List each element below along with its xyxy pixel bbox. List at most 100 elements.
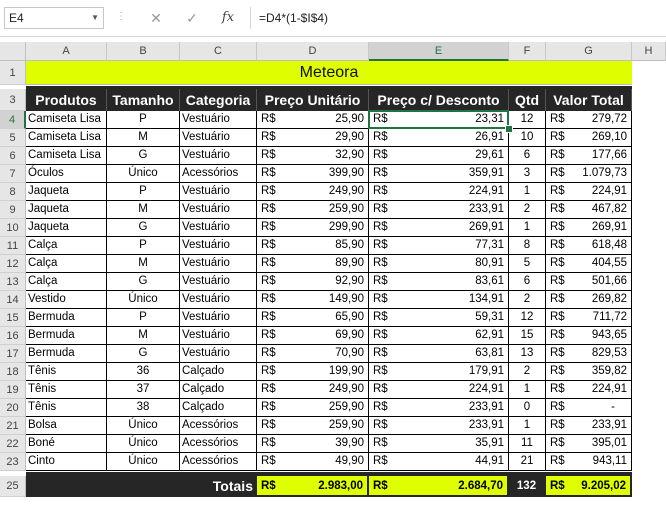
row-header-21[interactable]: 21 bbox=[0, 417, 26, 435]
cell-total[interactable]: R$ 224,91 bbox=[546, 381, 632, 399]
cell-categoria[interactable]: Vestuário bbox=[180, 201, 257, 219]
cell-tamanho[interactable]: Único bbox=[107, 453, 180, 471]
cell-qtd[interactable]: 8 bbox=[509, 237, 546, 255]
row-header-13[interactable]: 13 bbox=[0, 273, 26, 291]
column-header-f[interactable]: F bbox=[509, 42, 546, 61]
row-header-16[interactable]: 16 bbox=[0, 327, 26, 345]
cell-preco[interactable]: R$ 399,90 bbox=[257, 165, 369, 183]
row-header-9[interactable]: 9 bbox=[0, 201, 26, 219]
row-header-1[interactable]: 1 bbox=[0, 61, 26, 85]
cell-qtd[interactable]: 10 bbox=[509, 129, 546, 147]
cell-desconto[interactable]: R$ 269,91 bbox=[369, 219, 509, 237]
cell-qtd[interactable]: 1 bbox=[509, 381, 546, 399]
cell-qtd[interactable]: 6 bbox=[509, 147, 546, 165]
cell-total[interactable]: R$ 711,72 bbox=[546, 309, 632, 327]
cell-desconto[interactable]: R$ 23,31 bbox=[369, 111, 509, 129]
cell-total[interactable]: R$ 279,72 bbox=[546, 111, 632, 129]
cell-produto[interactable]: Camiseta Lisa bbox=[26, 129, 107, 147]
cell-desconto[interactable]: R$ 83,61 bbox=[369, 273, 509, 291]
cell-produto[interactable]: Tênis bbox=[26, 381, 107, 399]
row-header-12[interactable]: 12 bbox=[0, 255, 26, 273]
cell-desconto[interactable]: R$ 63,81 bbox=[369, 345, 509, 363]
cell-desconto[interactable]: R$ 224,91 bbox=[369, 183, 509, 201]
cell-qtd[interactable]: 6 bbox=[509, 273, 546, 291]
cell-qtd[interactable]: 11 bbox=[509, 435, 546, 453]
cell-tamanho[interactable]: M bbox=[107, 327, 180, 345]
cell-tamanho[interactable]: Único bbox=[107, 165, 180, 183]
cell-total[interactable]: R$ - bbox=[546, 399, 632, 417]
row-header-7[interactable]: 7 bbox=[0, 165, 26, 183]
cell-desconto[interactable]: R$ 26,91 bbox=[369, 129, 509, 147]
cell-qtd[interactable]: 2 bbox=[509, 291, 546, 309]
cell-produto[interactable]: Vestido bbox=[26, 291, 107, 309]
cell-total[interactable]: R$ 177,66 bbox=[546, 147, 632, 165]
cell-categoria[interactable]: Vestuário bbox=[180, 255, 257, 273]
cell-categoria[interactable]: Vestuário bbox=[180, 327, 257, 345]
cell-categoria[interactable]: Calçado bbox=[180, 399, 257, 417]
chevron-down-icon[interactable]: ▼ bbox=[91, 8, 99, 28]
cell-produto[interactable]: Boné bbox=[26, 435, 107, 453]
cell-qtd[interactable]: 3 bbox=[509, 165, 546, 183]
cell-total[interactable]: R$ 269,91 bbox=[546, 219, 632, 237]
cell-tamanho[interactable]: 37 bbox=[107, 381, 180, 399]
column-header-d[interactable]: D bbox=[257, 42, 369, 61]
cell-total[interactable]: R$ 404,55 bbox=[546, 255, 632, 273]
totals-total[interactable]: R$ 9.205,02 bbox=[546, 476, 632, 497]
cell-tamanho[interactable]: G bbox=[107, 219, 180, 237]
cell-qtd[interactable]: 2 bbox=[509, 201, 546, 219]
row-header-14[interactable]: 14 bbox=[0, 291, 26, 309]
cell-produto[interactable]: Calça bbox=[26, 255, 107, 273]
cell-qtd[interactable]: 12 bbox=[509, 309, 546, 327]
cell-categoria[interactable]: Vestuário bbox=[180, 345, 257, 363]
cell-total[interactable]: R$ 467,82 bbox=[546, 201, 632, 219]
insert-function-icon[interactable]: fx bbox=[218, 8, 238, 28]
cell-tamanho[interactable]: G bbox=[107, 147, 180, 165]
cell-preco[interactable]: R$ 49,90 bbox=[257, 453, 369, 471]
cell-preco[interactable]: R$ 92,90 bbox=[257, 273, 369, 291]
totals-desconto[interactable]: R$ 2.684,70 bbox=[369, 476, 509, 497]
cell-categoria[interactable]: Vestuário bbox=[180, 147, 257, 165]
cell-produto[interactable]: Tênis bbox=[26, 399, 107, 417]
cell-categoria[interactable]: Vestuário bbox=[180, 273, 257, 291]
name-box[interactable]: E4 ▼ bbox=[4, 7, 104, 29]
cell-tamanho[interactable]: M bbox=[107, 129, 180, 147]
cell-qtd[interactable]: 1 bbox=[509, 417, 546, 435]
cell-tamanho[interactable]: Único bbox=[107, 291, 180, 309]
cell-preco[interactable]: R$ 69,90 bbox=[257, 327, 369, 345]
cell-produto[interactable]: Calça bbox=[26, 237, 107, 255]
cell-tamanho[interactable]: G bbox=[107, 345, 180, 363]
cell-qtd[interactable]: 13 bbox=[509, 345, 546, 363]
cell-preco[interactable]: R$ 259,90 bbox=[257, 399, 369, 417]
cell-desconto[interactable]: R$ 233,91 bbox=[369, 201, 509, 219]
row-header-19[interactable]: 19 bbox=[0, 381, 26, 399]
cell-desconto[interactable]: R$ 29,61 bbox=[369, 147, 509, 165]
cell-total[interactable]: R$ 395,01 bbox=[546, 435, 632, 453]
row-header-3[interactable]: 3 bbox=[0, 89, 26, 111]
cell-categoria[interactable]: Vestuário bbox=[180, 129, 257, 147]
column-header-h[interactable]: H bbox=[632, 42, 666, 61]
cell-categoria[interactable]: Vestuário bbox=[180, 309, 257, 327]
cell-tamanho[interactable]: P bbox=[107, 309, 180, 327]
column-header-g[interactable]: G bbox=[546, 42, 632, 61]
totals-qtd[interactable]: 132 bbox=[509, 476, 546, 497]
cell-produto[interactable]: Jaqueta bbox=[26, 201, 107, 219]
cell-produto[interactable]: Bermuda bbox=[26, 327, 107, 345]
cell-categoria[interactable]: Vestuário bbox=[180, 183, 257, 201]
cell-produto[interactable]: Cinto bbox=[26, 453, 107, 471]
cell-preco[interactable]: R$ 89,90 bbox=[257, 255, 369, 273]
cell-categoria[interactable]: Vestuário bbox=[180, 237, 257, 255]
cell-preco[interactable]: R$ 249,90 bbox=[257, 183, 369, 201]
cell-categoria[interactable]: Vestuário bbox=[180, 111, 257, 129]
cell-categoria[interactable]: Vestuário bbox=[180, 219, 257, 237]
cell-produto[interactable]: Bermuda bbox=[26, 345, 107, 363]
cell-produto[interactable]: Óculos bbox=[26, 165, 107, 183]
cell-preco[interactable]: R$ 259,90 bbox=[257, 201, 369, 219]
cell-tamanho[interactable]: Único bbox=[107, 435, 180, 453]
cell-preco[interactable]: R$ 65,90 bbox=[257, 309, 369, 327]
cell-total[interactable]: R$ 233,91 bbox=[546, 417, 632, 435]
cell-produto[interactable]: Camiseta Lisa bbox=[26, 147, 107, 165]
cell-preco[interactable]: R$ 299,90 bbox=[257, 219, 369, 237]
cell-qtd[interactable]: 1 bbox=[509, 183, 546, 201]
cell-qtd[interactable]: 2 bbox=[509, 363, 546, 381]
row-header-20[interactable]: 20 bbox=[0, 399, 26, 417]
